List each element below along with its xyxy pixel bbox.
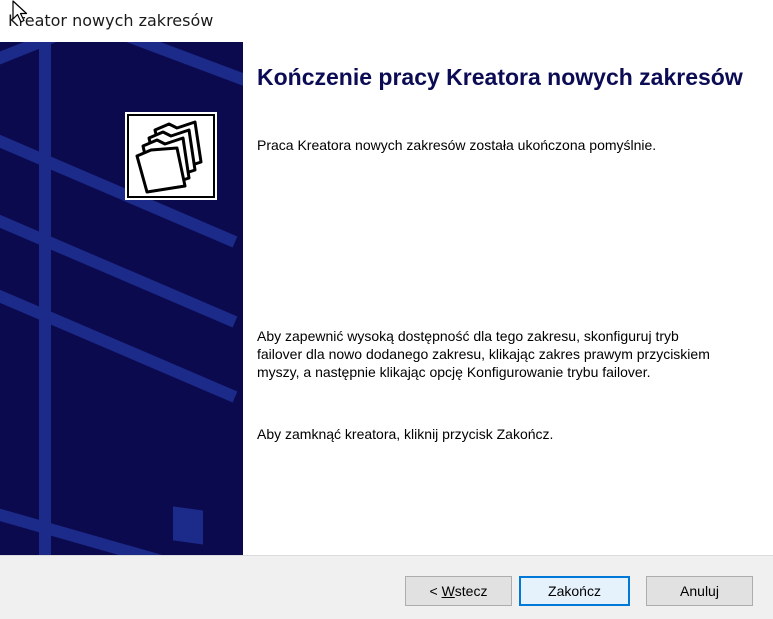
back-button-accelerator: W [441, 583, 455, 599]
cancel-button[interactable]: Anuluj [646, 576, 753, 606]
failover-instruction: Aby zapewnić wysoką dostępność dla tego … [257, 328, 710, 380]
mouse-cursor-icon [12, 0, 28, 23]
page-title: Kończenie pracy Kreatora nowych zakresów [257, 64, 743, 90]
wizard-content: Kończenie pracy Kreatora nowych zakresów… [243, 42, 773, 555]
back-button[interactable]: < Wstecz [405, 576, 512, 606]
title-bar[interactable]: Kreator nowych zakresów [0, 0, 773, 42]
wizard-footer: < Wstecz Zakończ Anuluj [0, 555, 773, 619]
wizard-window: Kreator nowych zakresów Kończenie pracy … [0, 0, 773, 619]
window-title: Kreator nowych zakresów [8, 11, 214, 30]
folders-icon [125, 112, 217, 200]
back-button-label: stecz [454, 583, 488, 599]
wizard-banner [0, 42, 243, 555]
back-button-prefix: < [429, 583, 442, 599]
completion-message: Praca Kreatora nowych zakresów została u… [257, 137, 657, 153]
finish-button[interactable]: Zakończ [519, 576, 630, 606]
close-instruction: Aby zamknąć kreatora, kliknij przycisk Z… [257, 426, 554, 442]
